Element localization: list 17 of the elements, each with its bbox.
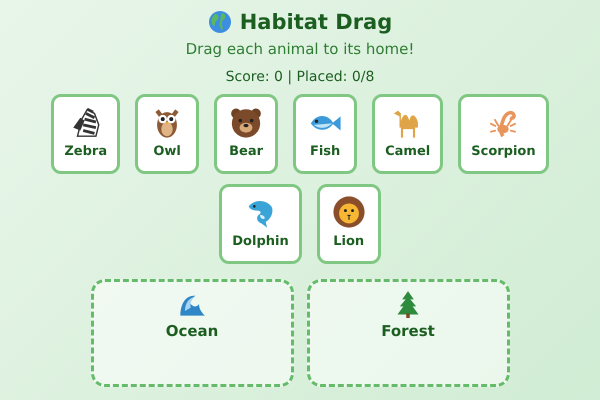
animal-card[interactable]: Lion <box>316 184 381 264</box>
globe-icon <box>208 10 232 34</box>
animal-card[interactable]: Fish <box>293 94 358 174</box>
animal-card[interactable]: Owl <box>135 94 200 174</box>
score-text: Score: 0 | Placed: 0/8 <box>226 69 374 85</box>
instruction-text: Drag each animal to its home! <box>186 40 414 58</box>
animal-card[interactable]: Camel <box>372 94 444 174</box>
animal-card[interactable]: Dolphin <box>219 184 302 264</box>
animal-card[interactable]: Scorpion <box>458 94 549 174</box>
habitat-drop-zone[interactable]: Forest <box>306 279 510 387</box>
habitat-label: Ocean <box>166 322 218 340</box>
habitat-drop-zone[interactable]: Ocean <box>90 279 294 387</box>
animal-card[interactable]: Zebra <box>51 94 120 174</box>
lion-icon <box>332 195 366 229</box>
page-title: Habitat Drag <box>240 10 392 34</box>
habitat-label: Forest <box>381 322 435 340</box>
animal-card[interactable]: Bear <box>214 94 278 174</box>
